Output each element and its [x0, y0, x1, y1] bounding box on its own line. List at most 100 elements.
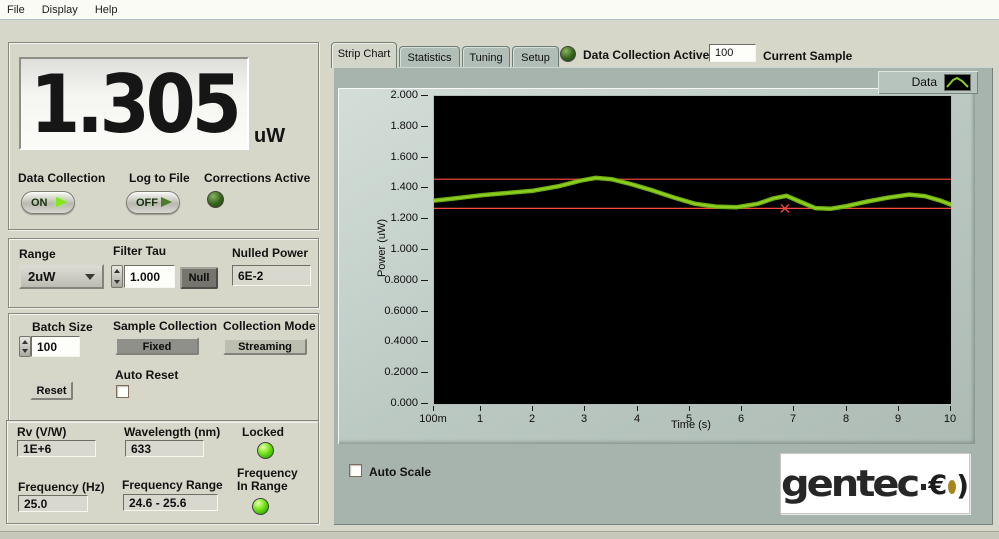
y-tick-label: 1.800 — [340, 120, 418, 132]
filter-tau-label: Filter Tau — [113, 244, 166, 258]
range-panel: Range 2uW Filter Tau 1.000 Null Nulled P… — [8, 238, 319, 308]
x-tick-mark — [846, 406, 847, 411]
menu-item-help[interactable]: Help — [88, 1, 128, 16]
x-tick-label: 100m — [413, 413, 453, 425]
y-tick-mark — [421, 372, 428, 373]
filter-tau-input[interactable]: 1.000 — [124, 265, 175, 288]
x-tick-mark — [584, 406, 585, 411]
tab-tuning[interactable]: Tuning — [462, 46, 510, 68]
collection-mode-button[interactable]: Streaming — [223, 338, 307, 355]
x-tick-mark — [480, 406, 481, 411]
batch-panel: Batch Size 100 Reset Sample Collection F… — [8, 313, 319, 422]
log-to-file-toggle[interactable]: OFF — [126, 191, 180, 214]
current-sample-label: Current Sample — [763, 49, 852, 63]
frequency-field: 25.0 — [18, 495, 88, 512]
y-tick-mark — [421, 280, 428, 281]
frequency-range-label: Frequency Range — [122, 478, 223, 492]
power-display: 1.305 — [19, 57, 249, 150]
gentec-eo-logo: gentec € ) — [780, 453, 970, 514]
detector-panel: Rv (V/W) 1E+6 Wavelength (nm) 633 Locked… — [6, 420, 319, 524]
power-unit: uW — [254, 125, 285, 148]
tab-statistics[interactable]: Statistics — [399, 46, 460, 68]
x-tick-label: 3 — [564, 413, 604, 425]
range-dropdown[interactable]: 2uW — [19, 264, 104, 289]
batch-size-stepper[interactable] — [19, 336, 31, 357]
auto-reset-label: Auto Reset — [115, 368, 178, 382]
y-tick-mark — [421, 311, 428, 312]
sample-collection-button[interactable]: Fixed — [115, 337, 199, 355]
rv-field: 1E+6 — [17, 440, 96, 457]
y-tick-label: 1.400 — [340, 181, 418, 193]
wavelength-field: 633 — [125, 440, 204, 457]
toggle-arrow-icon — [161, 197, 172, 207]
logo-paren: ) — [956, 469, 969, 502]
reset-button[interactable]: Reset — [30, 381, 73, 400]
power-meter-application: { "menu_bar": { "items": ["File", "Displ… — [0, 0, 999, 538]
auto-scale-label: Auto Scale — [369, 465, 431, 479]
x-tick-mark — [950, 406, 951, 411]
sample-collection-label: Sample Collection — [113, 319, 217, 333]
null-button[interactable]: Null — [180, 267, 218, 289]
tab-strip-chart[interactable]: Strip Chart — [331, 42, 397, 68]
power-value: 1.305 — [30, 63, 238, 144]
auto-reset-checkbox[interactable] — [116, 385, 129, 398]
x-tick-mark — [637, 406, 638, 411]
legend-line-icon — [944, 74, 971, 91]
batch-size-input[interactable]: 100 — [31, 336, 80, 357]
frequency-in-range-led — [252, 498, 269, 515]
batch-size-label: Batch Size — [32, 320, 93, 334]
y-axis-title: Power (uW) — [376, 198, 390, 298]
y-tick-mark — [421, 187, 428, 188]
y-tick-label: 0.4000 — [340, 335, 418, 347]
y-tick-mark — [421, 249, 428, 250]
corrections-active-led — [207, 191, 224, 208]
x-tick-mark — [689, 406, 690, 411]
plot-legend[interactable]: Data — [878, 71, 978, 94]
filter-tau-stepper[interactable] — [111, 265, 123, 288]
nulled-power-field: 6E-2 — [232, 265, 311, 286]
frequency-in-range-label: Frequency In Range — [237, 467, 311, 493]
data-collection-active-label: Data Collection Active — [583, 48, 709, 62]
x-tick-label: 8 — [826, 413, 866, 425]
data-collection-active-led — [560, 46, 576, 62]
y-tick-mark — [421, 403, 428, 404]
menu-bar: FileDisplayHelp — [0, 0, 999, 20]
x-tick-mark — [433, 406, 434, 411]
data-collection-label: Data Collection — [18, 171, 105, 185]
x-tick-label: 2 — [512, 413, 552, 425]
x-axis-title: Time (s) — [651, 419, 731, 431]
x-tick-mark — [532, 406, 533, 411]
y-tick-label: 0.6000 — [340, 305, 418, 317]
chevron-down-icon — [85, 274, 95, 280]
toggle-arrow-icon — [56, 197, 67, 207]
frequency-label: Frequency (Hz) — [18, 480, 105, 494]
rv-label: Rv (V/W) — [17, 425, 66, 439]
menu-item-display[interactable]: Display — [35, 1, 88, 16]
logo-dash-icon — [921, 484, 926, 490]
y-tick-label: 0.000 — [340, 397, 418, 409]
x-tick-mark — [793, 406, 794, 411]
frequency-range-field: 24.6 - 25.6 — [123, 494, 218, 511]
tab-setup[interactable]: Setup — [512, 46, 559, 68]
corrections-active-label: Corrections Active — [204, 171, 310, 185]
menu-item-file[interactable]: File — [0, 1, 35, 16]
x-tick-label: 1 — [460, 413, 500, 425]
x-tick-mark — [741, 406, 742, 411]
y-tick-mark — [421, 126, 428, 127]
strip-chart-plot[interactable] — [433, 95, 952, 405]
range-value: 2uW — [28, 269, 55, 284]
y-tick-label: 1.600 — [340, 151, 418, 163]
auto-scale-checkbox[interactable] — [349, 464, 362, 477]
current-sample-field: 100 — [709, 44, 756, 62]
logo-epsilon: € — [928, 470, 947, 501]
data-collection-toggle[interactable]: ON — [21, 191, 75, 214]
data-collection-state: ON — [31, 197, 48, 209]
meter-panel: 1.305 uW Data Collection Log to File Cor… — [8, 42, 319, 230]
log-to-file-state: OFF — [136, 197, 158, 209]
y-tick-mark — [421, 95, 428, 96]
x-tick-label: 9 — [878, 413, 918, 425]
locked-led — [257, 442, 274, 459]
nulled-power-label: Nulled Power — [232, 246, 308, 260]
y-tick-mark — [421, 218, 428, 219]
legend-series-name: Data — [912, 75, 937, 89]
